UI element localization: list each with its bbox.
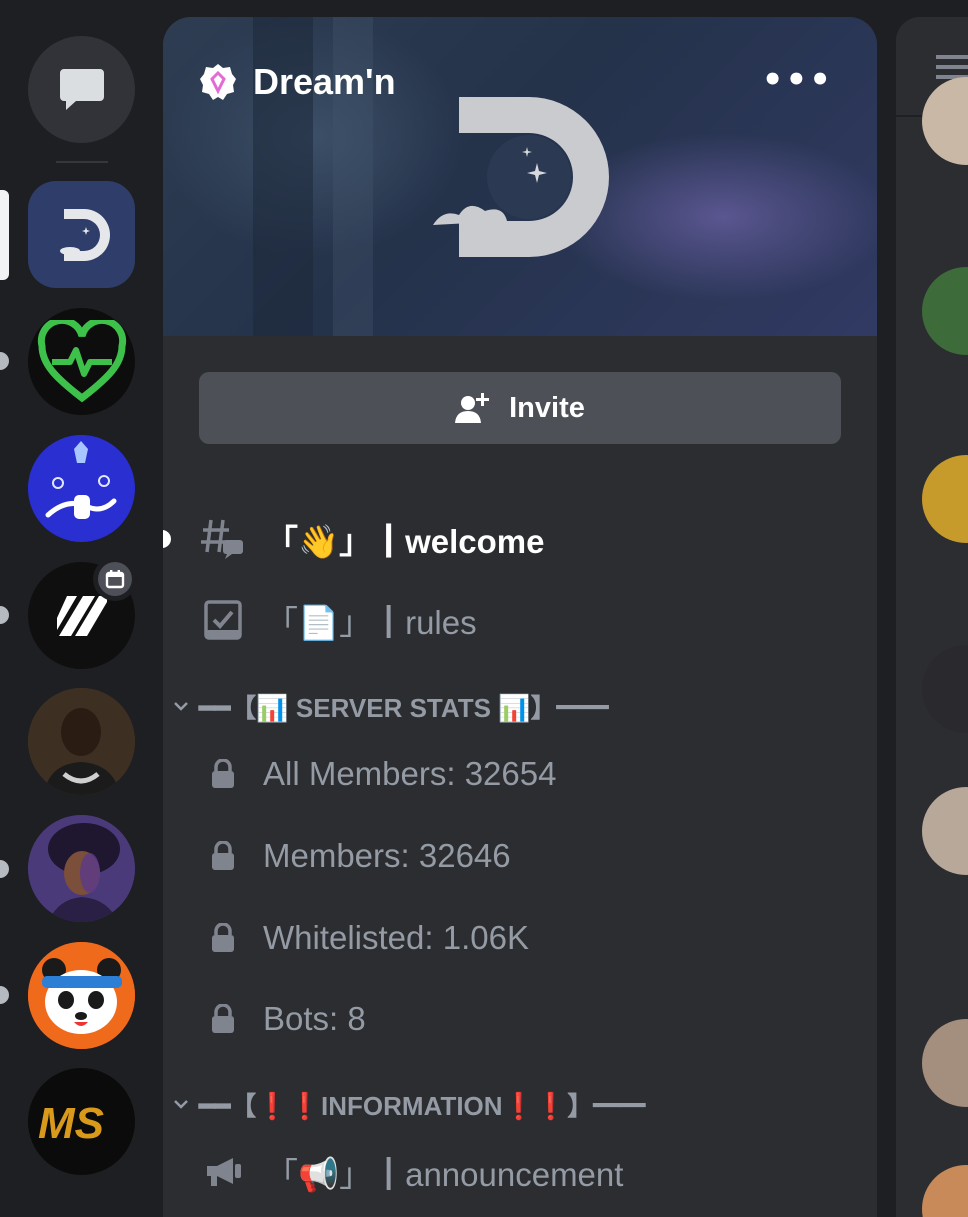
server-medusa[interactable] [28,815,135,922]
server-portrait[interactable] [28,688,135,795]
channel-whitelisted[interactable]: Whitelisted: 1.06K [163,908,877,968]
channel-name: Members: 32646 [263,837,511,874]
unread-indicator [0,860,9,878]
category-server-stats[interactable]: ━━【📊 SERVER STATS 📊】━━ [163,686,877,726]
channel-members[interactable]: Members: 32646 [163,826,877,886]
channel-welcome[interactable]: 「👋」┃welcome [163,509,877,569]
scientific-dao-icon [28,435,134,541]
unread-indicator [0,606,9,624]
server-panda[interactable] [28,942,135,1049]
channel-announcement[interactable]: 「📢」┃announcement [163,1142,877,1202]
member-avatar[interactable] [922,267,968,355]
channel-bots[interactable]: Bots: 8 [163,989,877,1049]
ms-logo-icon: MS [38,1099,104,1148]
lock-icon [201,916,245,960]
chat-bubble-icon [59,68,104,110]
selected-server-indicator [0,190,9,280]
rules-checkbook-icon [201,598,245,642]
direct-messages-button[interactable] [28,36,135,143]
channel-name: 「👋」┃welcome [265,523,545,560]
server-rail: MS [0,0,163,1200]
rail-separator [56,161,108,163]
more-options-button[interactable]: ••• [762,63,833,97]
channel-rules[interactable]: 「📄」┃rules [163,590,877,650]
channel-panel: Dream'n ••• Invite 「👋」┃welcome 「📄」┃rules… [163,17,877,1217]
member-avatar[interactable] [922,455,968,543]
channel-name: Whitelisted: 1.06K [263,919,529,956]
channel-name: Bots: 8 [263,1000,366,1037]
invite-label: Invite [509,391,585,424]
channel-name: 「📄」┃rules [265,604,477,641]
category-name: ━━【📊 SERVER STATS 📊】━━ [199,692,609,723]
server-scientific-dao[interactable] [28,435,135,542]
member-avatar[interactable] [922,1019,968,1107]
panda-avatar-icon [28,942,135,1049]
category-information[interactable]: ━━【❗❗INFORMATION❗❗】━━ [163,1084,877,1124]
server-name: Dream'n [253,61,396,102]
megaphone-icon [201,1150,245,1194]
server-dreamn[interactable] [28,181,135,288]
channel-name: All Members: 32654 [263,755,557,792]
server-header[interactable]: Dream'n [199,61,396,103]
channel-name: 「📢」┃announcement [265,1156,624,1193]
server-banner: Dream'n ••• [163,17,877,336]
dreamn-banner-logo [433,97,609,257]
member-panel [896,17,968,1217]
unread-indicator [0,986,9,1004]
add-person-icon [455,393,490,423]
event-badge [93,557,137,601]
dreamn-logo-icon [59,208,110,261]
unread-indicator [163,530,171,548]
person-avatar-icon [28,688,135,795]
lock-icon [201,752,245,796]
member-avatar[interactable] [922,645,968,733]
server-ms[interactable]: MS [28,1068,135,1175]
chevron-down-icon [174,1100,188,1109]
heartbeat-heart-icon [37,319,126,402]
invite-button[interactable]: Invite [199,372,841,444]
hashtag-thread-icon [201,517,245,561]
svg-text:MS: MS [38,1099,104,1148]
chevron-down-icon [174,702,188,711]
calendar-icon [105,570,125,589]
stripes-logo-icon [56,595,107,636]
character-avatar-icon [28,815,135,922]
server-heart[interactable] [28,308,135,415]
lock-icon [201,834,245,878]
member-avatar[interactable] [922,1165,968,1217]
category-name: ━━【❗❗INFORMATION❗❗】━━ [199,1090,646,1121]
unread-indicator [0,352,9,370]
member-avatar[interactable] [922,787,968,875]
channel-all-members[interactable]: All Members: 32654 [163,744,877,804]
boost-badge-icon [200,64,236,100]
lock-icon [201,997,245,1041]
